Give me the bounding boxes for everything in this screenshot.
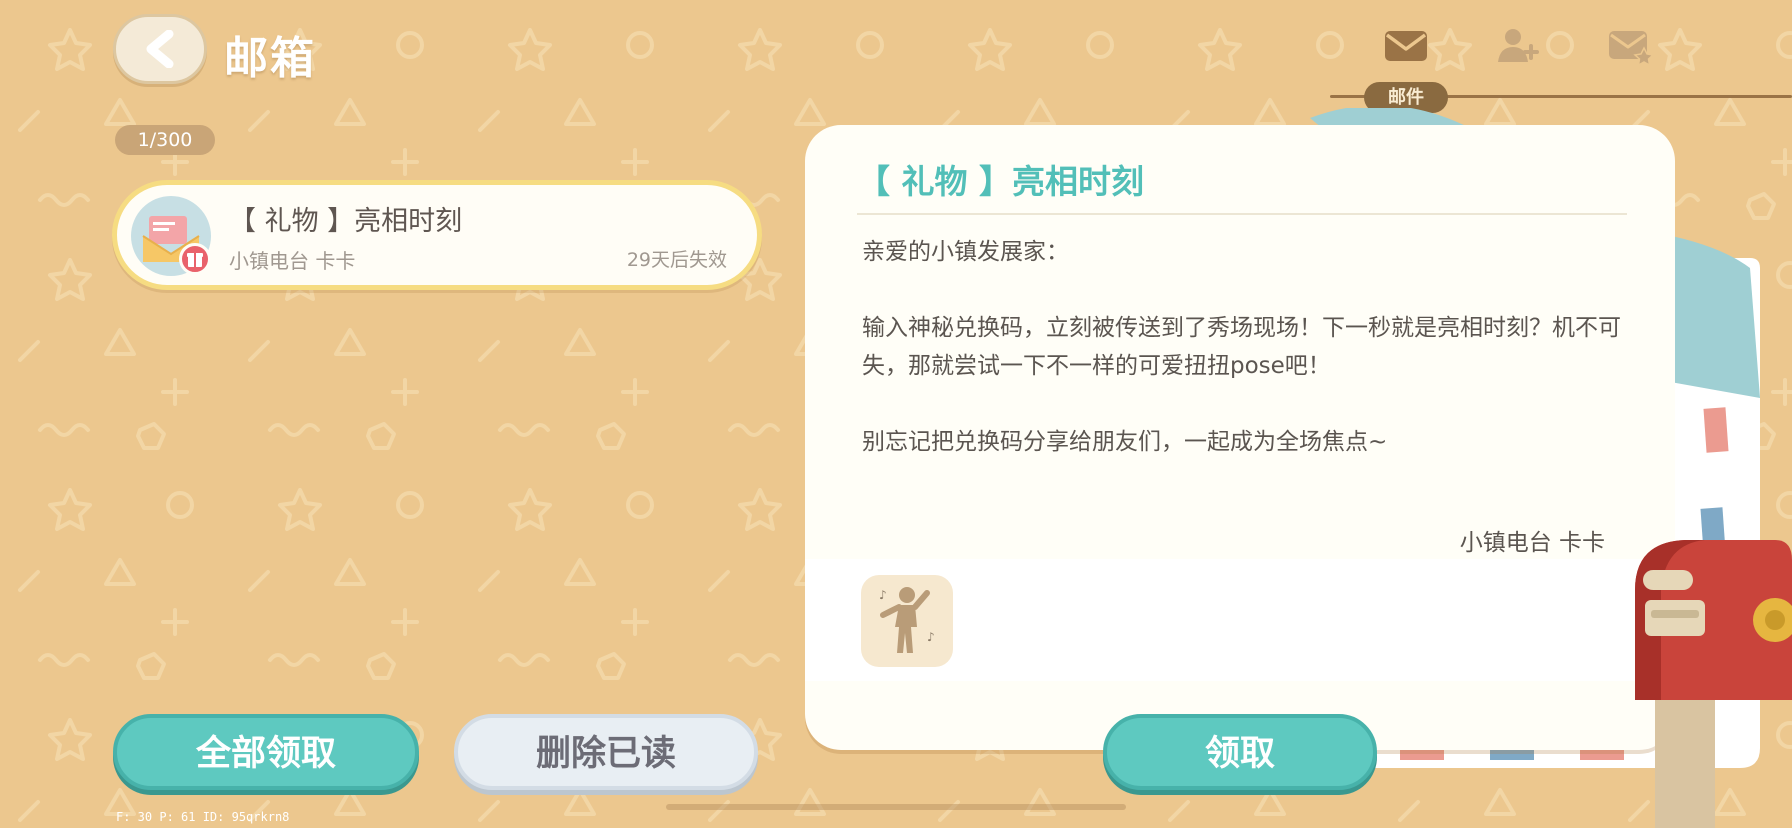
mail-count-badge: 1/300 bbox=[115, 125, 215, 155]
favorite-mail-icon bbox=[1609, 31, 1655, 67]
mail-list-item[interactable]: 【 礼物 】亮相时刻 小镇电台 卡卡 29天后失效 bbox=[112, 180, 762, 290]
mail-signature: 小镇电台 卡卡 bbox=[1459, 530, 1605, 556]
back-arrow-icon bbox=[146, 30, 174, 68]
mail-paragraph: 输入神秘兑换码，立刻被传送到了秀场现场！下一秒就是亮相时刻？机不可失，那就尝试一… bbox=[862, 315, 1621, 379]
claim-button[interactable]: 领取 bbox=[1103, 714, 1377, 790]
mailbox-decoration bbox=[1635, 540, 1792, 828]
mail-subject: 【 礼物 】亮相时刻 bbox=[229, 206, 463, 237]
svg-text:♪: ♪ bbox=[927, 630, 935, 644]
home-indicator bbox=[666, 804, 1126, 810]
mail-paragraph: 别忘记把兑换码分享给朋友们，一起成为全场焦点~ bbox=[862, 429, 1388, 455]
back-button[interactable] bbox=[113, 14, 207, 84]
mail-greeting: 亲爱的小镇发展家： bbox=[862, 239, 1069, 265]
mail-expire-time: 29天后失效 bbox=[626, 249, 727, 271]
claim-all-button[interactable]: 全部领取 bbox=[113, 714, 419, 790]
page-title: 邮箱 bbox=[224, 33, 316, 84]
delete-read-button[interactable]: 删除已读 bbox=[454, 714, 758, 790]
mail-tab-icon[interactable] bbox=[1382, 26, 1430, 66]
attachment-item[interactable]: ♪ ♪ bbox=[861, 575, 953, 667]
starred-tab-icon[interactable] bbox=[1606, 26, 1655, 67]
attachment-area: ♪ ♪ bbox=[805, 559, 1675, 681]
dance-pose-icon: ♪ ♪ bbox=[879, 587, 935, 653]
friend-tab-icon[interactable] bbox=[1494, 26, 1542, 66]
add-friend-icon bbox=[1498, 29, 1539, 62]
gift-icon bbox=[187, 253, 203, 267]
mail-sender: 小镇电台 卡卡 bbox=[229, 249, 356, 273]
svg-text:♪: ♪ bbox=[879, 588, 887, 602]
debug-info: F: 30 P: 61 ID: 95qrkrn8 bbox=[116, 810, 290, 824]
gift-badge bbox=[179, 243, 211, 275]
mail-detail-title: 【 礼物 】亮相时刻 bbox=[857, 162, 1144, 201]
mail-icon bbox=[1385, 31, 1427, 61]
mail-detail-panel: 【 礼物 】亮相时刻 亲爱的小镇发展家： 输入神秘兑换码，立刻被传送到了秀场现场… bbox=[805, 125, 1675, 750]
title-divider bbox=[857, 213, 1627, 215]
